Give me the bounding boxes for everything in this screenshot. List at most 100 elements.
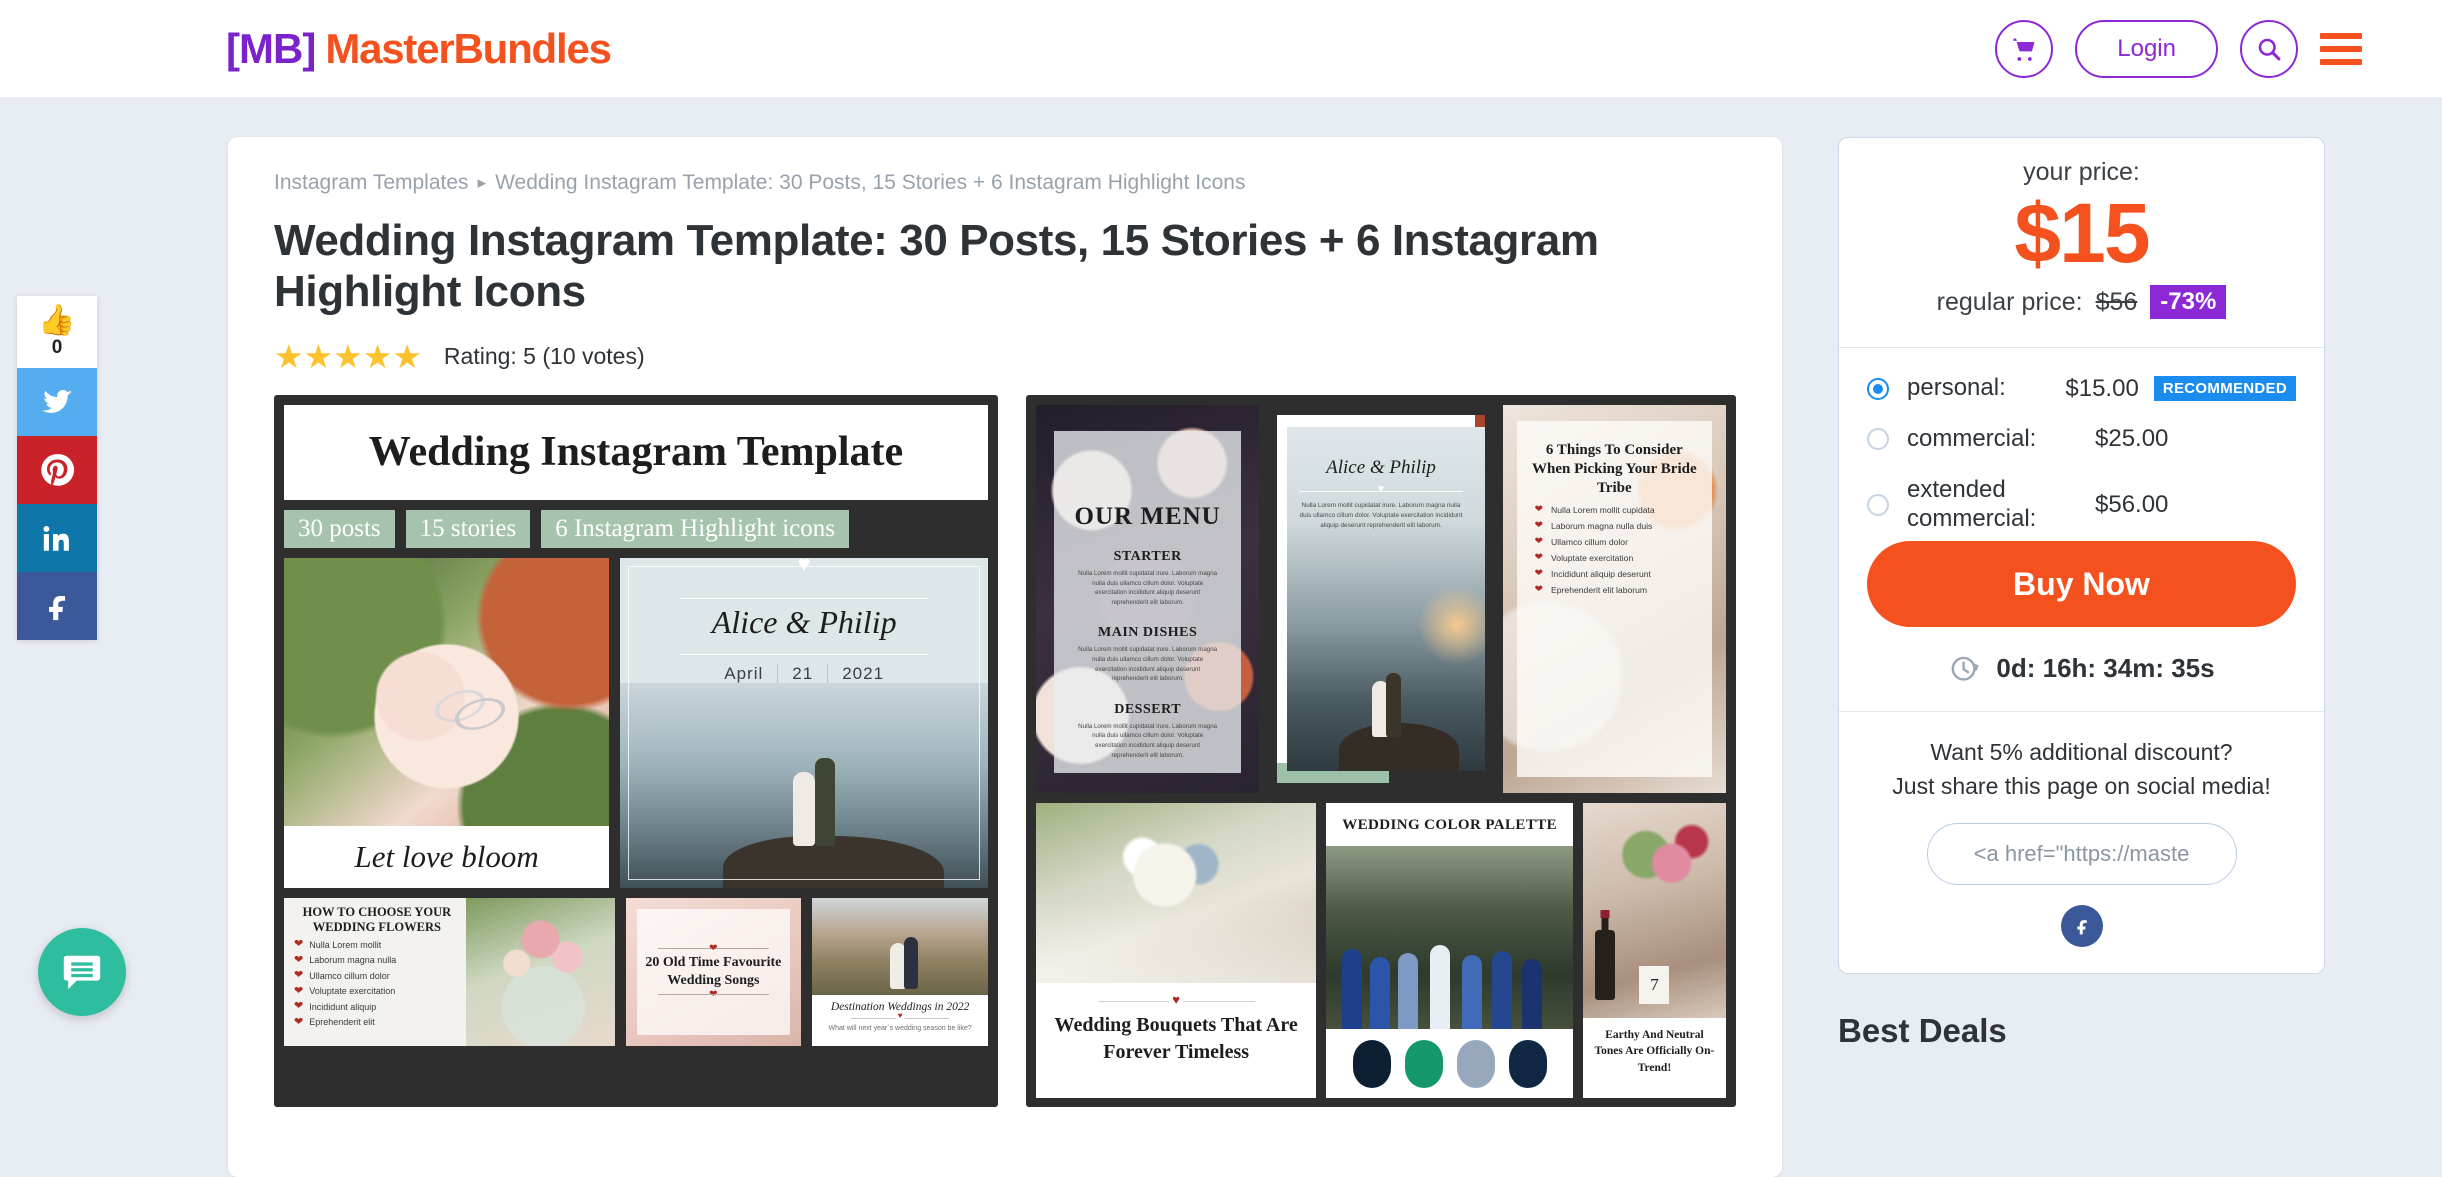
heart-bullet-icon: ❤ [1534, 535, 1544, 547]
preview-destination-post: Destination Weddings in 2022 What will n… [812, 897, 988, 1046]
how-to-item: Voluptate exercitation [309, 986, 396, 997]
share-pinterest-button[interactable] [17, 436, 97, 504]
login-button[interactable]: Login [2075, 19, 2218, 78]
share-link-input[interactable] [1926, 823, 2237, 886]
license-label: commercial: [1907, 424, 2037, 452]
how-to-item: Laborum magna nulla [309, 955, 397, 966]
preview-couple-story: Alice & Philip Nulla Lorem mollit cupida… [1269, 404, 1493, 793]
heart-bullet-icon: ❤ [294, 1000, 304, 1013]
flowers-vase-photo [465, 897, 615, 1046]
header-actions: Login [1995, 19, 2362, 78]
license-option-personal[interactable]: personal: $15.00 RECOMMENDED [1867, 374, 2296, 403]
preview-tag-row: 30 posts 15 stories 6 Instagram Highligh… [284, 509, 988, 548]
bouquets-title: Wedding Bouquets That Are Forever Timele… [1054, 1013, 1298, 1063]
hamburger-line-2 [2320, 45, 2362, 52]
twitter-icon [42, 390, 72, 413]
heart-bullet-icon: ❤ [1534, 503, 1544, 515]
site-logo[interactable]: [MB] MasterBundles [226, 24, 612, 72]
license-radio-personal[interactable] [1867, 377, 1889, 400]
preview-tag: 15 stories [405, 509, 531, 548]
couple-date: April 21 2021 [620, 663, 988, 684]
preview-menu-story: OUR MENU STARTER Nulla Lorem mollit cupi… [1035, 404, 1260, 793]
how-to-item: Ullamco cillum dolor [309, 970, 390, 981]
stories-bottom-row: Wedding Bouquets That Are Forever Timele… [1035, 802, 1726, 1098]
things-item: Ullamco cillum dolor [1551, 536, 1628, 547]
regular-price-row: regular price: $56 -73% [1867, 285, 2296, 320]
gallery-image-stories-preview[interactable]: OUR MENU STARTER Nulla Lorem mollit cupi… [1025, 394, 1736, 1107]
divider [1839, 347, 2324, 349]
product-card: Instagram Templates ▸ Wedding Instagram … [228, 137, 1782, 1177]
things-item: Incididunt aliquip deserunt [1551, 568, 1651, 579]
preview-songs-post: ❤ 20 Old Time Favourite Wedding Songs ❤ [625, 897, 802, 1046]
breadcrumb-parent-link[interactable]: Instagram Templates [274, 171, 469, 195]
share-facebook-button[interactable] [17, 572, 97, 640]
chat-message-icon [63, 955, 101, 990]
facebook-icon [2076, 920, 2087, 935]
menu-section-title: STARTER [1113, 548, 1182, 564]
divider [1839, 711, 2324, 713]
destination-photo [812, 897, 988, 995]
cart-button[interactable] [1995, 19, 2054, 78]
heart-icon: ♥ [797, 557, 811, 576]
preview-things-story: 6 Things To Consider When Picking Your B… [1502, 404, 1726, 793]
preview-flower-post: Let love bloom [284, 557, 610, 888]
like-button[interactable]: 👍 0 [17, 296, 97, 368]
heart-bullet-icon: ❤ [294, 1015, 304, 1028]
preview-tag: 6 Instagram Highlight icons [541, 509, 850, 548]
logo-bracket-left: [ [226, 24, 240, 72]
preview-couple-post: ♥ Alice & Philip April 21 2021 [620, 557, 988, 888]
flower-post-caption: Let love bloom [284, 825, 610, 888]
your-price-label: your price: [2023, 158, 2140, 186]
share-discount-line-1: Want 5% additional discount? [1930, 739, 2233, 766]
best-deals-title: Best Deals [1838, 1012, 2007, 1050]
license-option-commercial[interactable]: commercial: $25.00 [1867, 425, 2296, 454]
how-to-item: Eprehenderit elit [309, 1017, 375, 1028]
preview-bottom-row: HOW TO CHOOSE YOUR WEDDING FLOWERS ❤ Null… [284, 897, 988, 1046]
gallery-image-posts-preview[interactable]: Wedding Instagram Template 30 posts 15 s… [274, 394, 998, 1107]
search-button[interactable] [2240, 19, 2298, 78]
share-linkedin-button[interactable] [17, 504, 97, 572]
menu-section-body: Nulla Lorem mollit cupidatat irure. Labo… [1078, 646, 1218, 683]
tones-caption: Earthy And Neutral Tones Are Officially … [1594, 1028, 1715, 1074]
palette-swatch [1456, 1039, 1495, 1088]
preview-mid-row: Let love bloom ♥ Alice & Philip April 21 2… [284, 557, 988, 888]
menu-heading: OUR MENU [1074, 502, 1221, 530]
breadcrumb-current: Wedding Instagram Template: 30 Posts, 15… [495, 171, 1246, 194]
shopping-cart-icon [2013, 38, 2035, 61]
license-radio-extended-commercial[interactable] [1867, 493, 1889, 516]
things-title: 6 Things To Consider When Picking Your B… [1532, 441, 1697, 497]
rating-stars[interactable]: ★★★★★ [274, 340, 422, 373]
palette-swatch [1508, 1039, 1547, 1088]
pinterest-icon [41, 454, 75, 486]
how-to-item: Incididunt aliquip [309, 1001, 377, 1012]
share-twitter-button[interactable] [17, 368, 97, 436]
chat-widget-button[interactable] [38, 928, 126, 1016]
license-price: $15.00 [2065, 374, 2139, 402]
couple-date-day: 21 [777, 663, 828, 683]
discount-badge: -73% [2150, 285, 2227, 320]
table-number: 7 [1639, 965, 1670, 1004]
thumbs-up-icon: 👍 [38, 303, 76, 337]
buy-now-button[interactable]: Buy Now [1867, 541, 2296, 628]
rating-row: ★★★★★ Rating: 5 (10 votes) [274, 340, 1736, 373]
license-label: personal: [1907, 374, 2006, 402]
breadcrumb: Instagram Templates ▸ Wedding Instagram … [274, 171, 1736, 195]
story-couple-names: Alice & Philip [1326, 456, 1436, 478]
share-discount-line-2: Just share this page on social media! [1892, 772, 2271, 799]
preview-bouquets-post: Wedding Bouquets That Are Forever Timele… [1035, 802, 1317, 1098]
countdown-text: 0d: 16h: 34m: 35s [1996, 652, 2215, 683]
palette-swatch [1352, 1039, 1391, 1088]
share-facebook-button[interactable] [2060, 905, 2103, 948]
menu-section-body: Nulla Lorem mollit cupidatat irure. Labo… [1078, 722, 1218, 759]
facebook-icon [49, 595, 66, 621]
logo-mb-text: MB [239, 24, 303, 72]
license-radio-commercial[interactable] [1867, 428, 1889, 451]
menu-section-title: MAIN DISHES [1098, 625, 1198, 641]
license-price: $25.00 [2095, 425, 2169, 453]
license-option-extended-commercial[interactable]: extended commercial: $56.00 [1867, 476, 2296, 534]
site-header: [MB] MasterBundles Login [0, 0, 2442, 97]
heart-bullet-icon: ❤ [1534, 519, 1544, 531]
story-couple-body: Nulla Lorem mollit cupidatat irure. Labo… [1299, 501, 1463, 530]
hamburger-menu-button[interactable] [2320, 32, 2362, 65]
bridesmaids-photo [1326, 845, 1573, 1029]
